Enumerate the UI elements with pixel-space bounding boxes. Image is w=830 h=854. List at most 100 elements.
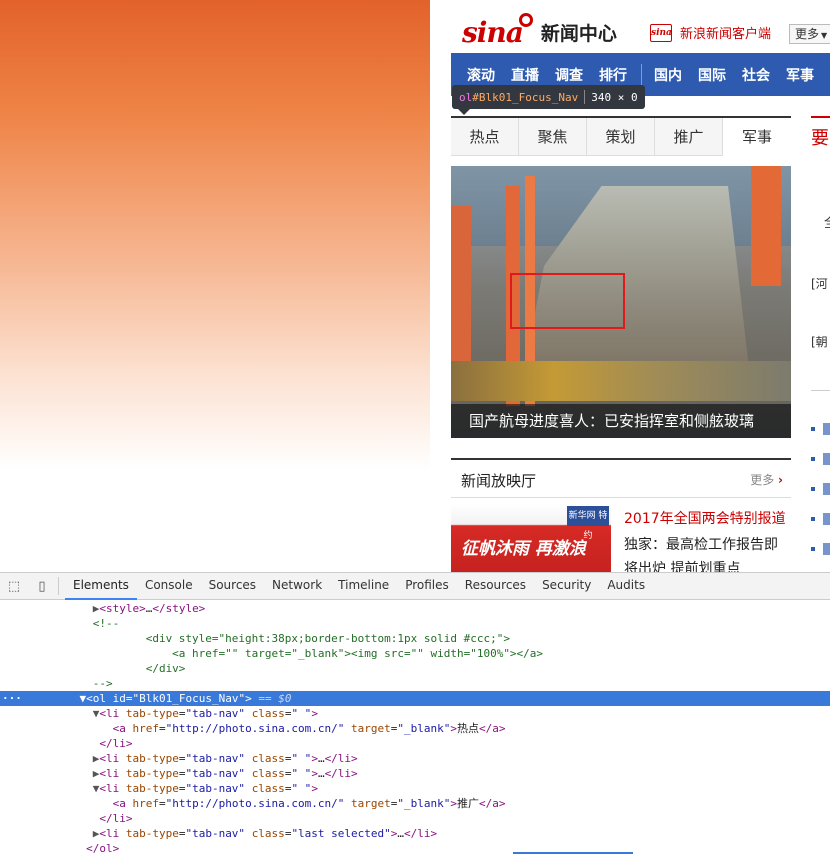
dom-comment: </div>	[0, 662, 186, 675]
video-link-title[interactable]: 2017年全国两会特别报道	[624, 508, 786, 528]
sina-news-logo[interactable]: sina 新闻中心	[462, 13, 617, 50]
nav-item-zhibo[interactable]: 直播	[511, 65, 539, 85]
dom-node[interactable]: ▼<li tab-type="tab-nav" class=" ">	[0, 781, 830, 796]
dom-comment: <div style="height:38px;border-bottom:1p…	[0, 632, 510, 645]
dom-node[interactable]: <a href="http://photo.sina.com.cn/" targ…	[0, 721, 830, 736]
dom-node[interactable]: ▶<style>…</style>	[0, 601, 830, 616]
photo-highlight-box	[510, 273, 625, 329]
client-link[interactable]: 新浪新闻客户端	[680, 23, 771, 42]
logo-eye-icon	[518, 13, 533, 27]
video-thumbnail[interactable]: 新华网 特约 征帆沐雨 再激浪	[451, 504, 611, 572]
devtools-toolbar: ⬚ ▯ Elements Console Sources Network Tim…	[0, 572, 830, 600]
dom-comment: -->	[0, 677, 113, 690]
side-divider	[811, 390, 830, 391]
nav-item-gundong[interactable]: 滚动	[467, 65, 495, 85]
photo-yard	[451, 361, 791, 401]
dom-node[interactable]: ▶<li tab-type="tab-nav" class=" ">…</li>	[0, 751, 830, 766]
client-download[interactable]: sina 新浪新闻客户端	[650, 23, 771, 42]
video-link[interactable]: 独家：最高检工作报告即	[624, 534, 778, 554]
logo-brand: sina	[462, 15, 524, 49]
more-label: 更多	[795, 27, 820, 41]
tooltip-divider	[584, 90, 586, 104]
bullet-icon	[811, 547, 815, 551]
caret-down-icon: ▼	[821, 31, 828, 40]
focus-photo[interactable]: 国产航母进度喜人：已安指挥室和侧舷玻璃	[451, 166, 791, 438]
device-mode-icon[interactable]: ▯	[28, 572, 56, 600]
bullet-icon	[811, 427, 815, 431]
bullet-text-fragment	[823, 513, 830, 525]
tooltip-id: #Blk01_Focus_Nav	[472, 90, 579, 104]
dom-comment: <a href="" target="_blank"><img src="" w…	[0, 647, 544, 660]
photo-crane	[451, 206, 471, 386]
nav-item-junshi[interactable]: 军事	[786, 65, 814, 85]
sina-app-icon: sina	[650, 23, 672, 42]
tab-security[interactable]: Security	[534, 572, 599, 600]
tab-profiles[interactable]: Profiles	[397, 572, 457, 600]
bullet-icon	[811, 457, 815, 461]
tab-sources[interactable]: Sources	[201, 572, 264, 600]
dom-comment[interactable]: <!--	[0, 616, 830, 631]
dom-node[interactable]: <a href="http://photo.sina.com.cn/" targ…	[0, 796, 830, 811]
tab-resources[interactable]: Resources	[457, 572, 534, 600]
toolbar-divider	[58, 577, 59, 595]
tab-console[interactable]: Console	[137, 572, 201, 600]
video-thumb-text: 征帆沐雨 再激浪	[461, 539, 586, 559]
dom-node[interactable]: ▼<li tab-type="tab-nav" class=" ">	[0, 706, 830, 721]
focus-tabs: 热点 聚焦 策划 推广 军事	[451, 116, 791, 156]
tab-network[interactable]: Network	[264, 572, 330, 600]
photo-crane	[751, 166, 781, 286]
video-badge: 新华网 特约	[567, 506, 609, 541]
tab-audits[interactable]: Audits	[599, 572, 653, 600]
tab-military[interactable]: 军事	[723, 118, 791, 156]
video-more-link[interactable]: 更多 ›	[750, 471, 783, 488]
list-item[interactable]	[811, 444, 830, 474]
dom-node[interactable]: ▶<li tab-type="tab-nav" class=" ">…</li>	[0, 766, 830, 781]
tooltip-size: 340 × 0	[591, 90, 638, 104]
dom-node[interactable]: </ol>	[0, 841, 830, 854]
nav-item-shehui[interactable]: 社会	[742, 65, 770, 85]
tab-promo[interactable]: 推广	[655, 118, 723, 156]
inspect-tooltip: ol #Blk01_Focus_Nav 340 × 0	[452, 85, 645, 115]
list-item[interactable]	[811, 474, 830, 504]
dom-node[interactable]: </li>	[0, 811, 830, 826]
nav-divider	[641, 63, 642, 86]
tooltip-tag: ol	[459, 90, 473, 104]
dom-tree[interactable]: ▶<style>…</style> <!-- <div style="heigh…	[0, 601, 830, 854]
side-link[interactable]: [朝	[811, 333, 828, 350]
video-section-title: 新闻放映厅	[461, 472, 537, 490]
bullet-text-fragment	[823, 483, 830, 495]
bullet-icon	[811, 517, 815, 521]
bullet-icon	[811, 487, 815, 491]
tooltip-arrow-icon	[458, 109, 470, 115]
tab-plan[interactable]: 策划	[587, 118, 655, 156]
bullet-text-fragment	[823, 453, 830, 465]
more-label: 更多	[750, 473, 775, 487]
logo-text: 新闻中心	[540, 22, 617, 45]
side-link[interactable]: [河	[811, 275, 828, 292]
dom-node[interactable]: ▶<li tab-type="tab-nav" class="last sele…	[0, 826, 830, 841]
nav-item-guonei[interactable]: 国内	[654, 65, 682, 85]
nav-item-paihang[interactable]: 排行	[599, 65, 627, 85]
side-text: 全	[824, 212, 830, 231]
background-gradient-panel	[0, 0, 430, 470]
inspect-cursor-icon[interactable]: ⬚	[0, 572, 28, 600]
list-item[interactable]	[811, 414, 830, 444]
side-red-rule	[811, 116, 830, 118]
side-heading: 要	[811, 128, 829, 149]
nav-item-guoji[interactable]: 国际	[698, 65, 726, 85]
photo-caption[interactable]: 国产航母进度喜人：已安指挥室和侧舷玻璃	[451, 404, 791, 438]
dom-node-selected[interactable]: ··· ▼<ol id="Blk01_Focus_Nav"> == $0	[0, 691, 830, 706]
dom-node[interactable]: </li>	[0, 736, 830, 751]
tab-elements[interactable]: Elements	[65, 572, 137, 600]
more-dropdown-button[interactable]: 更多 ▼	[789, 24, 830, 44]
side-bullet-list	[811, 414, 830, 564]
tab-hot[interactable]: 热点	[451, 118, 519, 156]
bullet-text-fragment	[823, 543, 830, 555]
tab-timeline[interactable]: Timeline	[330, 572, 397, 600]
list-item[interactable]	[811, 504, 830, 534]
chevron-right-icon: ›	[778, 473, 783, 487]
nav-item-diaocha[interactable]: 调查	[555, 65, 583, 85]
video-section-header: 新闻放映厅 更多 ›	[451, 458, 791, 498]
tab-focus[interactable]: 聚焦	[519, 118, 587, 156]
list-item[interactable]	[811, 534, 830, 564]
